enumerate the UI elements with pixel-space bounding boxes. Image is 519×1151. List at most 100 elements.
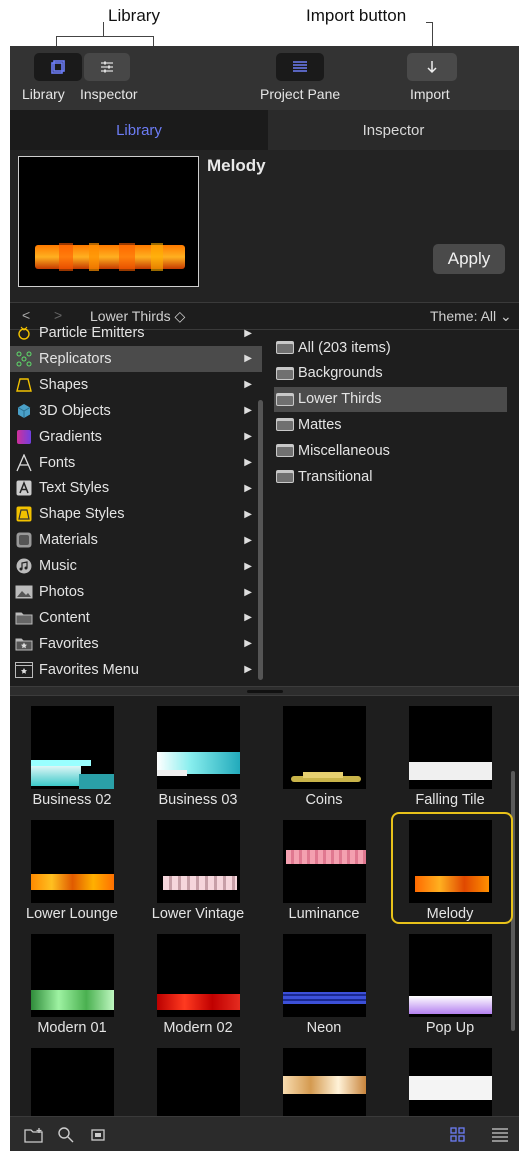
category-item[interactable]: Materials ▶ xyxy=(10,527,262,553)
particle-emitters-icon xyxy=(14,323,34,343)
divider-handle[interactable] xyxy=(247,690,283,693)
search-icon[interactable] xyxy=(56,1126,76,1144)
subcategory-label: Backgrounds xyxy=(298,365,383,382)
project-pane-label: Project Pane xyxy=(260,86,341,102)
disclosure-arrow-icon: ▶ xyxy=(244,586,252,598)
category-item[interactable]: Shapes ▶ xyxy=(10,372,262,398)
template-label: Melody xyxy=(426,906,474,922)
category-label: Favorites Menu xyxy=(39,661,139,678)
template-tile[interactable]: Business 02 xyxy=(10,696,130,810)
subcategory-label: Lower Thirds xyxy=(298,391,382,408)
template-tile[interactable]: Business 03 xyxy=(136,696,256,810)
disclosure-arrow-icon: ▶ xyxy=(244,353,252,365)
template-thumbnail xyxy=(409,706,492,789)
tab-inspector[interactable]: Inspector xyxy=(268,110,519,150)
import-callout: Import button xyxy=(306,6,407,25)
template-label: Neon xyxy=(306,1020,342,1036)
template-label: Coins xyxy=(305,792,343,808)
pane-divider[interactable] xyxy=(10,686,519,696)
library-toggle-button[interactable] xyxy=(34,53,82,81)
template-label: Business 02 xyxy=(32,792,112,808)
category-item[interactable]: Fonts ▶ xyxy=(10,450,262,476)
folder-icon xyxy=(276,366,294,380)
template-tile[interactable]: Lower Lounge xyxy=(10,810,130,924)
favorites-icon xyxy=(14,634,34,654)
template-tile[interactable]: Luminance xyxy=(262,810,382,924)
category-item[interactable]: Text Styles ▶ xyxy=(10,475,262,501)
fonts-icon xyxy=(14,453,34,473)
melody-preview-graphic xyxy=(35,243,185,271)
category-item[interactable]: 3D Objects ▶ xyxy=(10,398,262,424)
category-label: Materials xyxy=(39,532,98,549)
template-tile[interactable]: Modern 02 xyxy=(136,924,256,1038)
gradients-icon xyxy=(14,427,34,447)
library-callout-line-a xyxy=(103,22,104,36)
template-tile[interactable]: Coins xyxy=(262,696,382,810)
template-tile[interactable]: Melody xyxy=(388,810,513,924)
disclosure-arrow-icon: ▶ xyxy=(244,664,252,676)
subcategory-item[interactable]: Backgrounds xyxy=(274,361,507,386)
category-item[interactable]: Shape Styles ▶ xyxy=(10,501,262,527)
category-label: Favorites xyxy=(39,635,99,652)
template-thumbnail xyxy=(31,706,114,789)
inspector-toolbar-label: Inspector xyxy=(80,86,138,102)
template-tile[interactable]: Lower Vintage xyxy=(136,810,256,924)
template-label: Falling Tile xyxy=(415,792,485,808)
subcategory-item[interactable]: Lower Thirds xyxy=(274,386,507,412)
3d-objects-icon xyxy=(14,401,34,421)
apply-button[interactable]: Apply xyxy=(433,244,505,274)
category-label: Shapes xyxy=(39,376,89,393)
list-view-icon[interactable] xyxy=(490,1126,510,1144)
favorites-menu-icon xyxy=(14,660,34,680)
import-button[interactable] xyxy=(407,53,457,81)
category-scrollbar[interactable] xyxy=(258,400,263,680)
template-thumbnail xyxy=(283,706,366,789)
category-label: Music xyxy=(39,558,77,575)
disclosure-arrow-icon: ▶ xyxy=(244,327,252,339)
category-list: Particle Emitters ▶ Replicators ▶ Shapes ▶ 3D … xyxy=(10,325,262,686)
template-tile[interactable]: Falling Tile xyxy=(388,696,508,810)
category-item[interactable]: Photos ▶ xyxy=(10,579,262,605)
subcategory-item[interactable]: Transitional xyxy=(274,464,507,489)
subcategory-item[interactable]: Miscellaneous xyxy=(274,438,507,463)
template-thumbnail xyxy=(283,934,366,1017)
disclosure-arrow-icon: ▶ xyxy=(244,534,252,546)
inspector-icon xyxy=(101,61,113,73)
grid-view-icon[interactable] xyxy=(448,1126,468,1144)
template-thumbnail xyxy=(31,820,114,903)
folder-icon xyxy=(276,392,294,406)
category-item[interactable]: Replicators ▶ xyxy=(10,345,262,372)
template-tile[interactable]: Pop Up xyxy=(388,924,508,1038)
folder-icon xyxy=(276,341,294,354)
inspector-toggle-button[interactable] xyxy=(84,53,130,81)
template-tile[interactable]: Neon xyxy=(262,924,382,1038)
preview-toggle-icon[interactable] xyxy=(88,1126,108,1144)
category-label: Particle Emitters xyxy=(39,325,145,341)
new-folder-icon[interactable] xyxy=(24,1126,44,1144)
template-tile[interactable]: Modern 01 xyxy=(10,924,130,1038)
subcategory-item[interactable]: All (203 items) xyxy=(274,335,507,360)
template-label: Modern 01 xyxy=(37,1020,107,1036)
category-item[interactable]: Favorites ▶ xyxy=(10,631,262,657)
template-label: Lower Vintage xyxy=(151,906,245,922)
category-item[interactable]: Particle Emitters ▶ xyxy=(10,320,262,346)
category-label: Fonts xyxy=(39,454,76,471)
subcategory-item[interactable]: Mattes xyxy=(274,412,507,437)
subcategory-label: Transitional xyxy=(298,468,373,485)
category-item[interactable]: Favorites Menu ▶ xyxy=(10,657,262,683)
library-browser: Particle Emitters ▶ Replicators ▶ Shapes ▶ 3D … xyxy=(10,325,519,686)
category-item[interactable]: Music ▶ xyxy=(10,553,262,579)
template-label: Lower Lounge xyxy=(26,906,118,922)
text-styles-icon xyxy=(14,478,34,498)
category-item[interactable]: Gradients ▶ xyxy=(10,424,262,450)
project-pane-button[interactable] xyxy=(276,53,324,81)
template-label: Business 03 xyxy=(158,792,238,808)
category-item[interactable]: Content ▶ xyxy=(10,605,262,631)
shapes-icon xyxy=(14,375,34,395)
materials-icon xyxy=(14,530,34,550)
photos-icon xyxy=(14,582,34,602)
tab-library[interactable]: Library xyxy=(10,110,268,150)
disclosure-arrow-icon: ▶ xyxy=(244,560,252,572)
template-thumbnail xyxy=(31,934,114,1017)
theme-popup[interactable]: Theme: All ⌄ xyxy=(430,308,512,325)
